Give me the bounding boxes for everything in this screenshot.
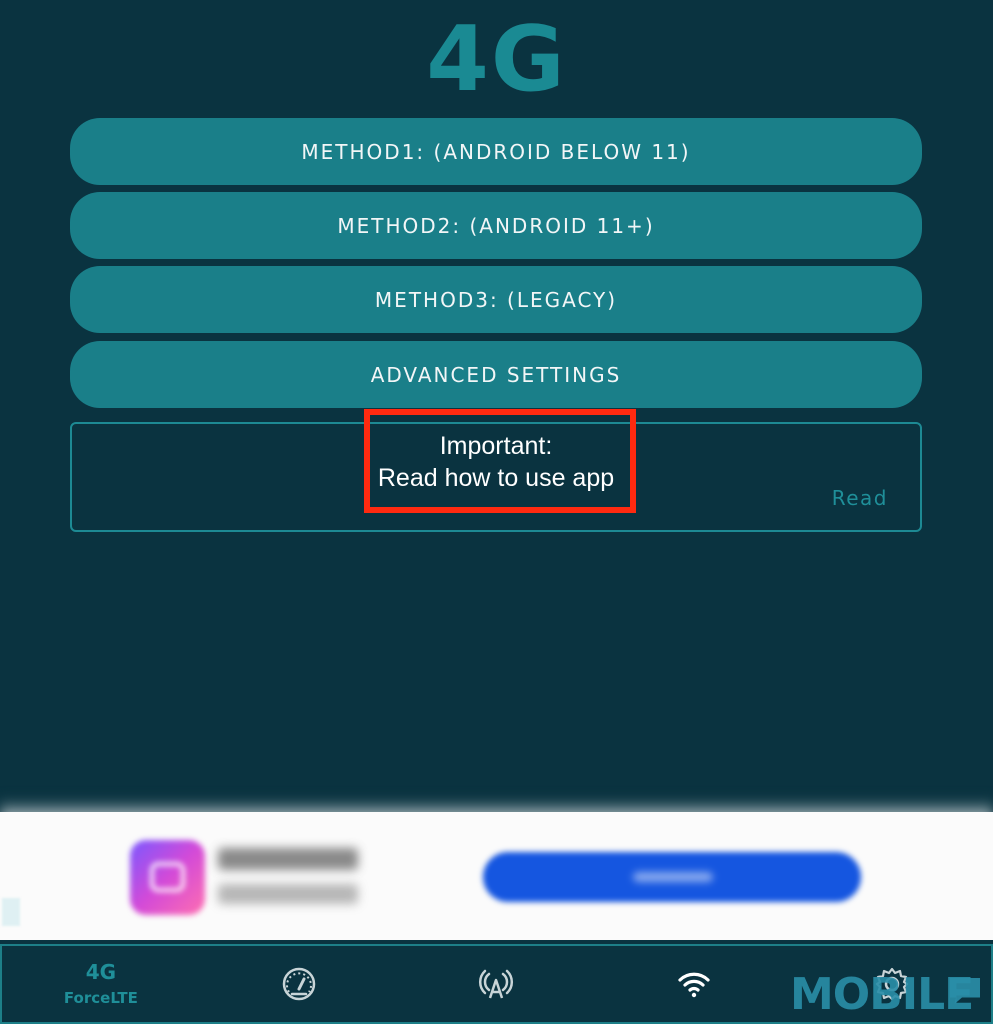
speedometer-icon — [280, 965, 318, 1003]
method2-button[interactable]: METHOD2: (ANDROID 11+) — [70, 192, 922, 259]
ad-banner[interactable] — [0, 812, 993, 940]
nav-item-speedtest[interactable] — [200, 946, 398, 1022]
info-body: Read how to use app — [377, 464, 615, 492]
important-info-card: Important: Read how to use app Read — [70, 422, 922, 532]
nav-item-wifi[interactable] — [595, 946, 793, 1022]
ad-install-button[interactable] — [483, 852, 861, 902]
gear-icon — [873, 965, 911, 1003]
read-button[interactable]: Read — [832, 486, 888, 510]
4g-icon: 4G — [85, 960, 117, 984]
wifi-icon — [676, 969, 712, 999]
ad-app-icon[interactable] — [130, 840, 205, 915]
ad-title-blurred — [218, 848, 358, 870]
ad-choices-icon[interactable] — [2, 898, 20, 926]
nav-label-forcelte: ForceLTE — [63, 989, 138, 1007]
bottom-navigation: 4G ForceLTE — [0, 944, 993, 1024]
ad-store-blurred — [218, 884, 358, 904]
app-logo: 4G — [426, 7, 567, 112]
nav-item-forcelte[interactable]: 4G ForceLTE — [2, 946, 200, 1022]
method3-button[interactable]: METHOD3: (LEGACY) — [70, 266, 922, 333]
info-title: Important: — [439, 432, 553, 460]
info-text: Important: Read how to use app — [72, 430, 920, 494]
advanced-settings-button[interactable]: ADVANCED SETTINGS — [70, 341, 922, 408]
nav-item-signal[interactable] — [398, 946, 596, 1022]
antenna-icon — [478, 966, 514, 1002]
method1-button[interactable]: METHOD1: (ANDROID BELOW 11) — [70, 118, 922, 185]
